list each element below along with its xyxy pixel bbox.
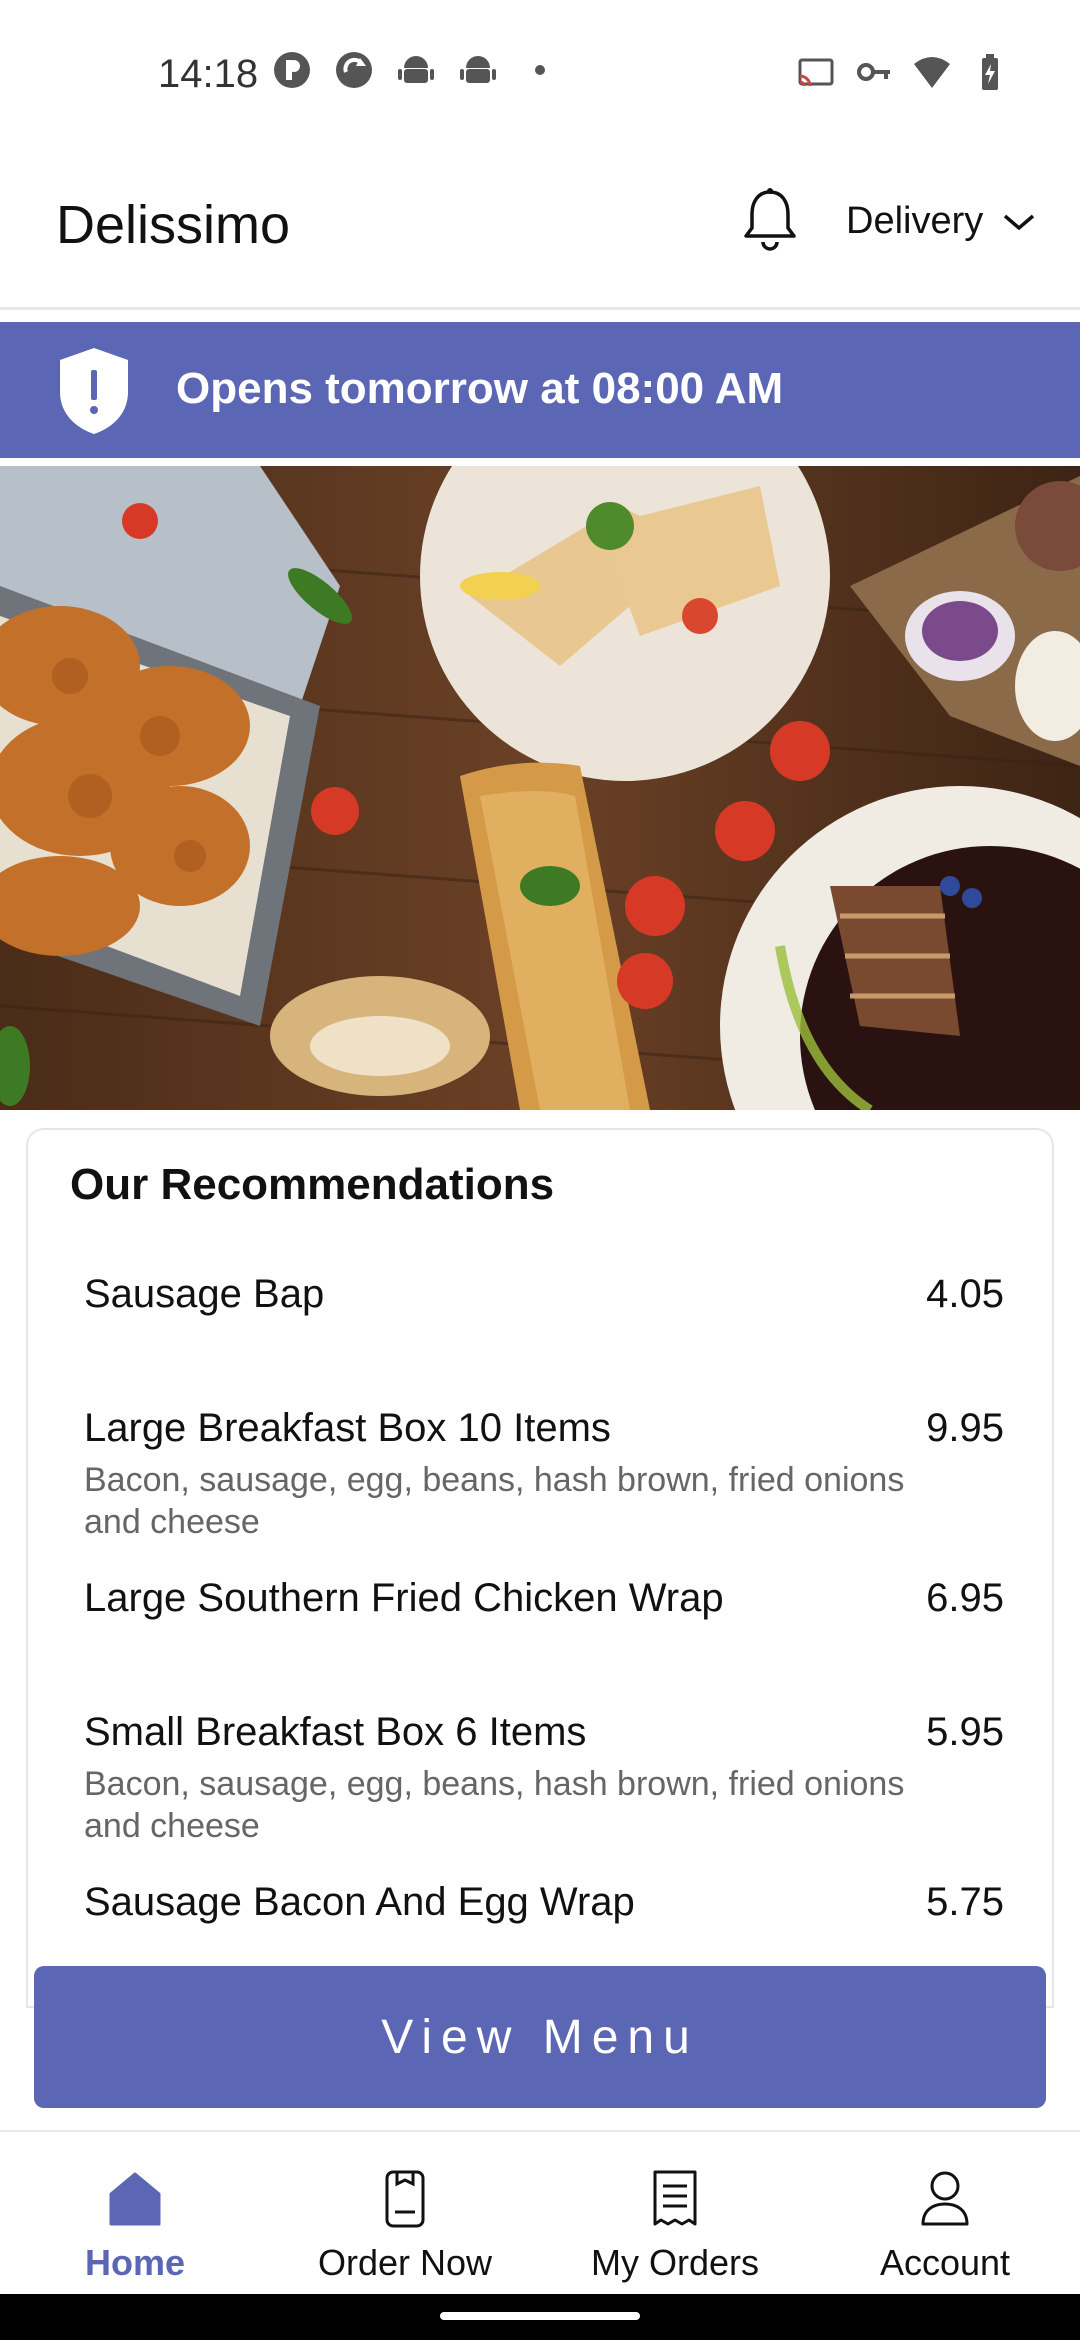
receipt-icon: [653, 2170, 697, 2226]
hero-food-image: [0, 466, 1080, 1110]
delivery-mode-label: Delivery: [846, 200, 984, 242]
app-refresh-icon: [336, 52, 372, 88]
item-name: Large Breakfast Box 10 Items: [84, 1406, 611, 1450]
recommendation-item[interactable]: Sausage Bacon And Egg Wrap 5.75: [84, 1880, 1004, 1925]
app-bar: Delissimo Delivery: [0, 150, 1080, 310]
battery-icon: [982, 54, 998, 90]
dot-icon: [535, 65, 545, 75]
status-bar: 14:18: [0, 0, 1080, 150]
item-price: 4.05: [926, 1272, 1004, 1316]
android-icon: [398, 56, 434, 83]
status-time: 14:18: [158, 52, 259, 96]
nav-order-now[interactable]: Order Now: [270, 2132, 540, 2296]
cast-icon: [798, 58, 834, 87]
android-icon: [460, 56, 496, 83]
app-title: Delissimo: [56, 195, 291, 255]
item-name: Large Southern Fried Chicken Wrap: [84, 1576, 724, 1620]
status-system-icons: [796, 52, 1010, 92]
nav-account[interactable]: Account: [810, 2132, 1080, 2296]
shield-alert-icon: [60, 348, 128, 434]
app-p-icon: [274, 52, 310, 88]
recommendation-item[interactable]: Large Breakfast Box 10 Items 9.95 Bacon,…: [84, 1406, 1004, 1543]
system-gesture-bar: [0, 2294, 1080, 2340]
recommendation-item[interactable]: Sausage Bap 4.05: [84, 1272, 1004, 1317]
delivery-mode-selector[interactable]: Delivery: [846, 200, 1037, 243]
home-icon: [109, 2172, 161, 2226]
item-description: Bacon, sausage, egg, beans, hash brown, …: [84, 1461, 905, 1541]
vpn-key-icon: [857, 63, 890, 81]
status-notification-icons: [272, 50, 560, 90]
order-now-icon: [385, 2170, 425, 2228]
wifi-icon: [914, 57, 950, 88]
recommendations-title: Our Recommendations: [70, 1160, 555, 1209]
chevron-down-icon: [1004, 214, 1035, 230]
banner-text: Opens tomorrow at 08:00 AM: [176, 364, 784, 413]
view-menu-button[interactable]: View Menu: [34, 1966, 1046, 2108]
recommendation-item[interactable]: Large Southern Fried Chicken Wrap 6.95: [84, 1576, 1004, 1621]
item-price: 6.95: [926, 1576, 1004, 1620]
item-name: Sausage Bap: [84, 1272, 325, 1316]
home-gesture-handle[interactable]: [440, 2312, 640, 2320]
item-name: Sausage Bacon And Egg Wrap: [84, 1880, 635, 1924]
recommendations-card: Our Recommendations Sausage Bap 4.05 Lar…: [26, 1128, 1054, 2008]
nav-home[interactable]: Home: [0, 2132, 270, 2296]
bottom-navigation: Home Order Now My Orders Account: [0, 2130, 1080, 2294]
nav-my-orders[interactable]: My Orders: [540, 2132, 810, 2296]
item-price: 5.75: [926, 1880, 1004, 1924]
item-price: 9.95: [926, 1406, 1004, 1450]
account-icon: [921, 2171, 969, 2226]
recommendation-item[interactable]: Small Breakfast Box 6 Items 5.95 Bacon, …: [84, 1710, 1004, 1847]
nav-home-label: Home: [84, 2242, 186, 2283]
app-screen: 14:18 Delissimo Delivery Opens tomorrow …: [0, 0, 1080, 2340]
item-name: Small Breakfast Box 6 Items: [84, 1710, 587, 1754]
nav-account-label: Account: [879, 2242, 1011, 2283]
item-description: Bacon, sausage, egg, beans, hash brown, …: [84, 1765, 905, 1845]
nav-my-orders-label: My Orders: [590, 2242, 759, 2283]
item-price: 5.95: [926, 1710, 1004, 1754]
bell-icon[interactable]: [740, 186, 800, 256]
opening-hours-banner: Opens tomorrow at 08:00 AM: [0, 322, 1080, 458]
nav-order-now-label: Order Now: [317, 2242, 493, 2283]
